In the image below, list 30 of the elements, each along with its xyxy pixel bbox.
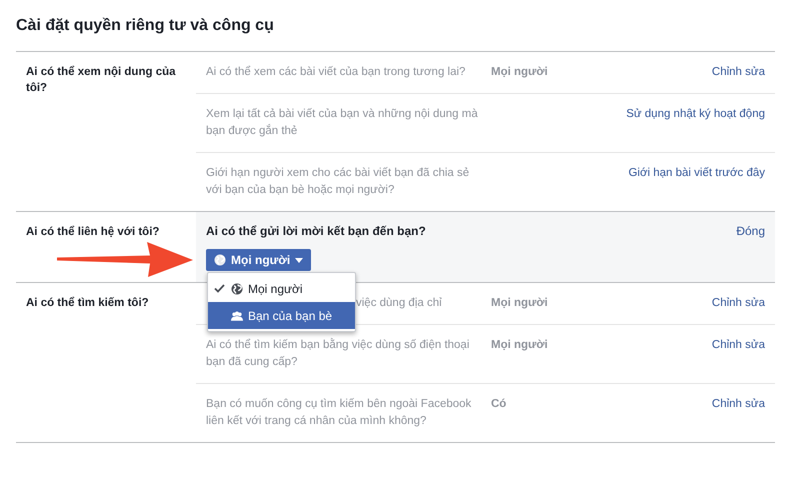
setting-question: việc dùng địa chỉ: [355, 296, 443, 311]
setting-question: Ai có thể xem các bài viết của bạn trong tương lai?: [206, 64, 466, 80]
setting-value: Có: [491, 397, 508, 412]
setting-value: Mọi người: [491, 65, 549, 80]
setting-question: Ai có thể tìm kiếm bạn bằng việc dùng số điện thoại bạn đã cung cấp?: [206, 337, 470, 370]
setting-value: Mọi người: [491, 296, 549, 311]
setting-question: Ai có thể gửi lời mời kết bạn đến bạn?: [206, 223, 427, 240]
audience-dropdown[interactable]: Mọi người: [206, 249, 312, 271]
page-title: Cài đặt quyền riêng tư và công cụ: [16, 16, 275, 36]
setting-question: Bạn có muốn công cụ tìm kiếm bên ngoài Facebook liên kết với trang cá nhân của mình không?: [206, 397, 472, 429]
section-label: Ai có thể xem nội dung của tôi?: [25, 64, 177, 96]
edit-link[interactable]: Chỉnh sửa: [712, 339, 765, 351]
globe-icon: [231, 282, 243, 294]
edit-link[interactable]: Chỉnh sửa: [712, 297, 765, 309]
setting-value: Mọi người: [491, 338, 549, 353]
section-label: Ai có thể liên hệ với tôi?: [25, 224, 160, 240]
globe-icon: [214, 254, 226, 266]
edit-link[interactable]: Sử dụng nhật ký hoạt động: [626, 108, 765, 120]
caret-icon: [295, 258, 304, 262]
edit-link[interactable]: Chỉnh sửa: [712, 66, 765, 78]
menu-item[interactable]: Bạn của bạn bè: [208, 302, 355, 329]
edit-link[interactable]: Chỉnh sửa: [712, 398, 765, 410]
setting-question: Giới hạn người xem cho các bài viết bạn đã chia sẻ với bạn của bạn bè hoặc mọi người?: [206, 166, 470, 198]
edit-link[interactable]: Giới hạn bài viết trước đây: [628, 167, 765, 179]
section-label: Ai có thể tìm kiếm tôi?: [25, 296, 150, 311]
friends-icon: [231, 310, 243, 322]
menu-item[interactable]: Mọi người: [208, 275, 355, 302]
setting-question: Xem lại tất cả bài viết của bạn và những nội dung mà bạn được gắn thẻ: [206, 107, 479, 139]
close-link[interactable]: Đóng: [736, 223, 765, 240]
check-icon: [214, 284, 225, 293]
